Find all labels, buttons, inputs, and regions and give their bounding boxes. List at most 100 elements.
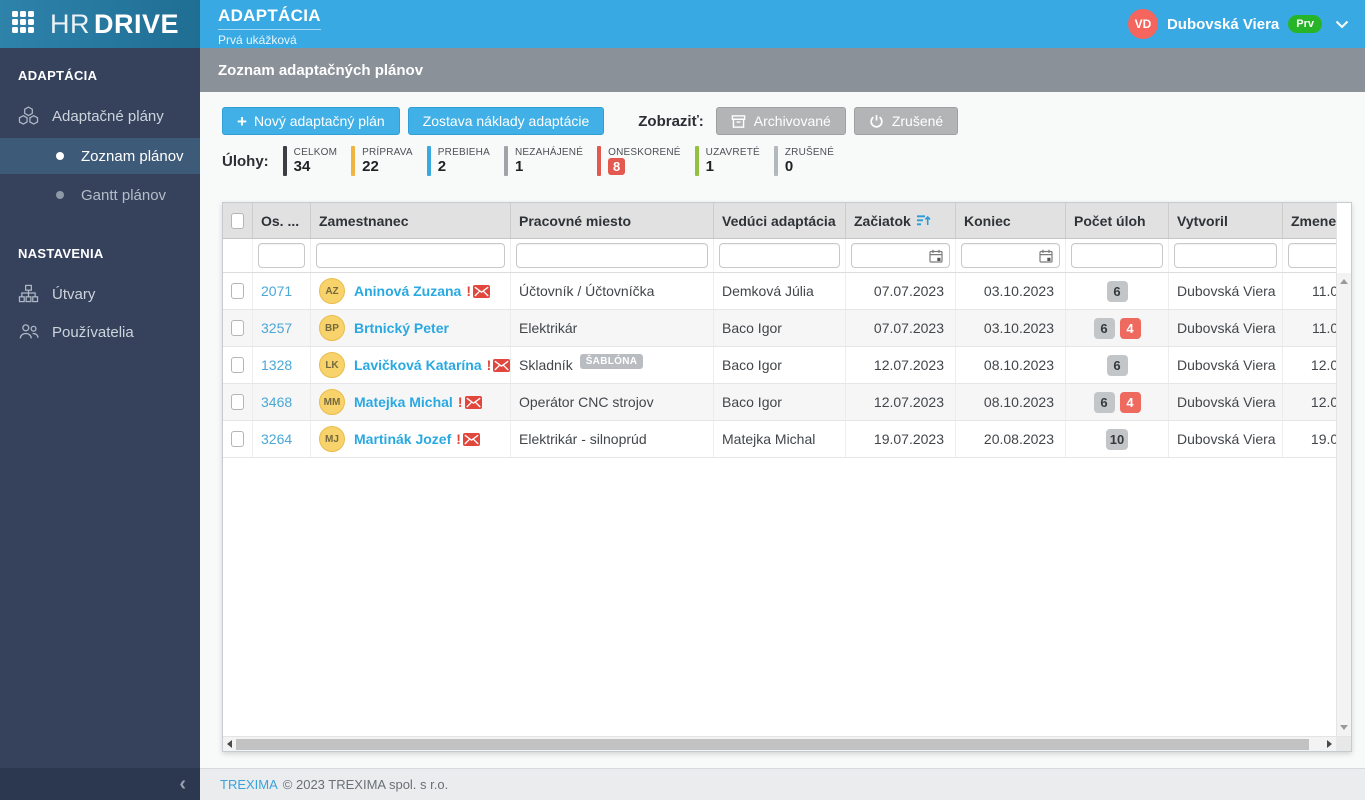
sidebar-subitem-label: Zoznam plánov: [81, 147, 184, 165]
cell-start-date: 12.07.2023: [846, 347, 956, 383]
column-header-created_by[interactable]: Vytvoril: [1169, 203, 1283, 238]
chevron-down-icon[interactable]: [1335, 20, 1349, 29]
position-label: Elektrikár: [519, 320, 578, 336]
filter-input-name[interactable]: [316, 243, 505, 268]
filter-input-tasks[interactable]: [1071, 243, 1163, 268]
filter-input-created_by[interactable]: [1174, 243, 1277, 268]
filter-cell-start: [846, 239, 956, 272]
cancelled-toggle-button[interactable]: Zrušené: [853, 107, 959, 135]
row-checkbox[interactable]: [231, 357, 244, 373]
cell-position: Elektrikár - silnoprúd: [511, 421, 714, 457]
stat-label: PREBIEHA: [437, 147, 490, 158]
column-header-changed[interactable]: Zmenené: [1283, 203, 1336, 238]
sidebar-item-adaptacne-plany[interactable]: Adaptačné plány: [0, 97, 200, 135]
employee-name-link[interactable]: Lavičková Katarína: [354, 357, 482, 373]
sidebar: HR DRIVE ADAPTÁCIA Adaptačné plány Zoznam p…: [0, 0, 200, 800]
scroll-right-arrow[interactable]: [1327, 740, 1332, 748]
personal-number-link[interactable]: 1328: [261, 357, 292, 373]
column-header-id[interactable]: Os. ...: [253, 203, 311, 238]
column-header-label: Zmenené: [1291, 212, 1336, 229]
stat-value: 2: [437, 158, 447, 175]
employee-name-link[interactable]: Matejka Michal: [354, 394, 453, 410]
collapse-sidebar-icon[interactable]: ‹: [179, 774, 186, 794]
org-chart-icon: [18, 284, 40, 304]
stat-value: 1: [705, 158, 715, 175]
column-header-name[interactable]: Zamestnanec: [311, 203, 511, 238]
column-header-start[interactable]: Začiatok: [846, 203, 956, 238]
stat-color-bar: [597, 146, 602, 176]
filter-input-lead[interactable]: [719, 243, 840, 268]
archived-label: Archivované: [753, 113, 831, 129]
row-checkbox[interactable]: [231, 431, 244, 447]
filter-input-position[interactable]: [516, 243, 708, 268]
alert-exclamation: !: [466, 283, 472, 299]
column-header-end[interactable]: Koniec: [956, 203, 1066, 238]
footer-trexima-link[interactable]: TREXIMA: [220, 777, 278, 792]
horizontal-scroll-thumb[interactable]: [236, 738, 1309, 750]
column-header-position[interactable]: Pracovné miesto: [511, 203, 714, 238]
sidebar-item-pouzivatelia[interactable]: Používatelia: [0, 313, 200, 351]
cubes-icon: [18, 106, 40, 126]
row-checkbox[interactable]: [231, 283, 244, 299]
scroll-down-arrow[interactable]: [1340, 725, 1348, 730]
scroll-left-arrow[interactable]: [227, 740, 232, 748]
stat-color-bar: [503, 146, 508, 176]
user-menu[interactable]: VD Dubovská Viera Prv: [1127, 9, 1349, 39]
new-plan-button[interactable]: + Nový adaptačný plán: [222, 107, 400, 135]
cell-task-count: 6: [1066, 347, 1169, 383]
cancelled-label: Zrušené: [891, 113, 944, 129]
cell-employee: AZ Aninová Zuzana!: [311, 273, 511, 309]
row-checkbox[interactable]: [231, 394, 244, 410]
stat-label: CELKOM: [293, 147, 338, 158]
archive-icon: [731, 114, 746, 129]
horizontal-scrollbar[interactable]: [223, 736, 1351, 751]
personal-number-link[interactable]: 3468: [261, 394, 292, 410]
cost-report-button[interactable]: Zostava náklady adaptácie: [407, 107, 605, 135]
cell-changed-date: 19.07.2023: [1283, 421, 1336, 457]
personal-number-link[interactable]: 2071: [261, 283, 292, 299]
mail-alert-icon: !: [466, 283, 491, 299]
filter-cell-created_by: [1169, 239, 1283, 272]
app-window: HR DRIVE ADAPTÁCIA Adaptačné plány Zoznam p…: [0, 0, 1365, 800]
task-stats-items: CELKOM 34 PRÍPRAVA 22 PREBIEHA 2 NEZAHÁJENÉ 1 ON…: [282, 146, 848, 176]
sidebar-item-zoznam-planov[interactable]: Zoznam plánov: [0, 138, 200, 174]
page-subtitle: Prvá ukážková: [218, 32, 297, 47]
cell-lead: Baco Igor: [714, 310, 846, 346]
toolbar: + Nový adaptačný plán Zostava náklady ad…: [222, 107, 966, 135]
bullet-icon: [56, 191, 64, 199]
column-header-lead[interactable]: Vedúci adaptácia: [714, 203, 846, 238]
table-row: 3468 MM Matejka Michal! Operátor CNC strojo…: [223, 384, 1336, 421]
column-header-label: Vedúci adaptácia: [722, 212, 836, 229]
filter-input-id[interactable]: [258, 243, 305, 268]
row-checkbox[interactable]: [231, 320, 244, 336]
employee-name-link[interactable]: Brtnický Peter: [354, 320, 449, 336]
calendar-icon[interactable]: [1039, 249, 1053, 263]
vertical-scrollbar[interactable]: [1336, 203, 1351, 736]
employee-avatar: MM: [319, 389, 345, 415]
stat-value: 8: [608, 158, 626, 175]
stat-label: NEZAHÁJENÉ: [514, 147, 584, 158]
employee-name-link[interactable]: Aninová Zuzana: [354, 283, 461, 299]
cell-personal-number: 3257: [253, 310, 311, 346]
select-all-checkbox[interactable]: [231, 212, 244, 229]
calendar-icon[interactable]: [929, 249, 943, 263]
employee-name-link[interactable]: Martinák Jozef: [354, 431, 451, 447]
scroll-up-arrow[interactable]: [1340, 279, 1348, 284]
bullet-icon: [56, 152, 64, 160]
sidebar-item-gantt-planov[interactable]: Gantt plánov: [0, 177, 200, 213]
sidebar-item-utvary[interactable]: Útvary: [0, 275, 200, 313]
overdue-task-badge: 4: [1119, 317, 1141, 339]
cell-select: [223, 273, 253, 309]
filter-input-changed[interactable]: [1288, 243, 1336, 268]
cell-task-count: 10: [1066, 421, 1169, 457]
app-grid-icon[interactable]: [12, 11, 38, 37]
cell-select: [223, 421, 253, 457]
sidebar-subitem-label: Gantt plánov: [81, 186, 167, 204]
column-header-tasks[interactable]: Počet úloh: [1066, 203, 1169, 238]
archived-toggle-button[interactable]: Archivované: [715, 107, 846, 135]
personal-number-link[interactable]: 3257: [261, 320, 292, 336]
cell-personal-number: 1328: [253, 347, 311, 383]
cell-position: Operátor CNC strojov: [511, 384, 714, 420]
table-row: 3257 BP Brtnický Peter Elektrikár Baco Igor 0…: [223, 310, 1336, 347]
personal-number-link[interactable]: 3264: [261, 431, 292, 447]
